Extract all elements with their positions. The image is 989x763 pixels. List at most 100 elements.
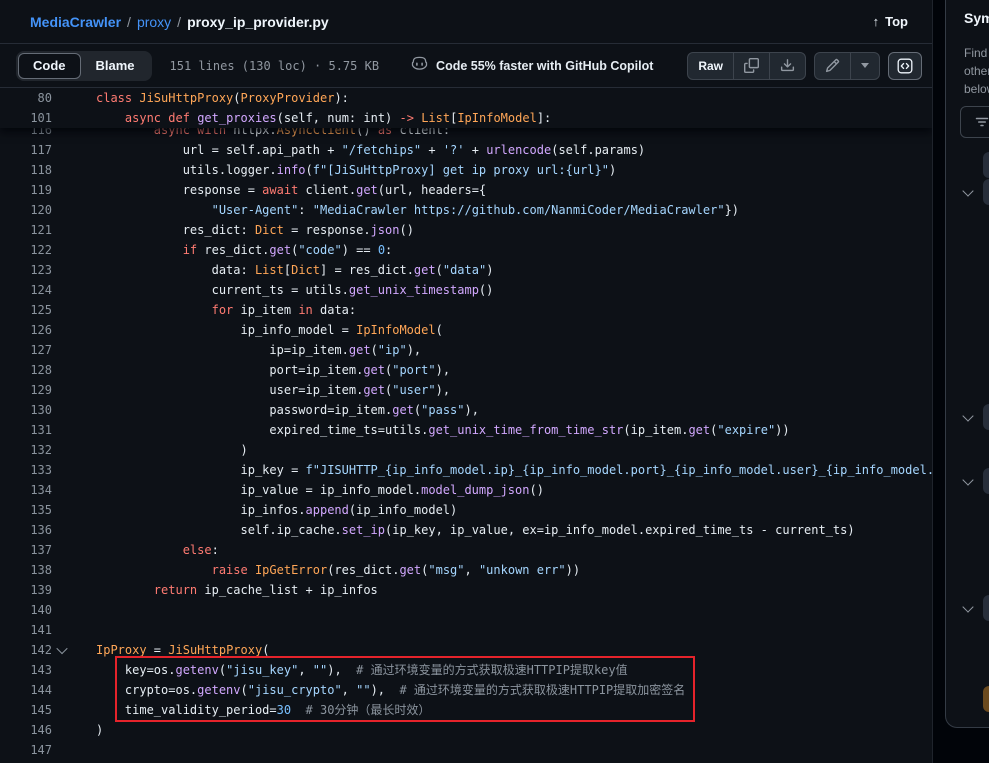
symbols-pane-toggle-button[interactable] — [888, 52, 922, 80]
code-text: raise IpGetError(res_dict.get("msg", "un… — [72, 560, 580, 580]
line-number[interactable]: 147 — [0, 743, 52, 757]
line-number[interactable]: 101 — [0, 111, 52, 125]
code-line: 132 ) — [0, 440, 932, 460]
line-number[interactable]: 146 — [0, 723, 52, 737]
line-number[interactable]: 136 — [0, 523, 52, 537]
breadcrumb-separator: / — [127, 14, 131, 30]
code-text: "User-Agent": "MediaCrawler https://gith… — [72, 200, 739, 220]
code-line: 137 else: — [0, 540, 932, 560]
symbols-filter-input[interactable] — [960, 106, 989, 138]
line-number[interactable]: 135 — [0, 503, 52, 517]
code-text: if res_dict.get("code") == 0: — [72, 240, 392, 260]
line-number[interactable]: 121 — [0, 223, 52, 237]
symbol-item[interactable] — [983, 179, 989, 205]
code-line: 124 current_ts = utils.get_unix_timestam… — [0, 280, 932, 300]
code-text: else: — [72, 540, 219, 560]
line-number[interactable]: 122 — [0, 243, 52, 257]
symbol-collapse-chevron-icon[interactable] — [962, 601, 973, 612]
copilot-banner: Code 55% faster with GitHub Copilot — [411, 55, 653, 77]
line-number[interactable]: 133 — [0, 463, 52, 477]
line-number[interactable]: 129 — [0, 383, 52, 397]
line-number[interactable]: 128 — [0, 363, 52, 377]
line-number[interactable]: 132 — [0, 443, 52, 457]
edit-dropdown-button[interactable] — [850, 53, 879, 79]
annotation-highlight-box — [115, 656, 695, 722]
line-number[interactable]: 130 — [0, 403, 52, 417]
line-number[interactable]: 137 — [0, 543, 52, 557]
code-text: user=ip_item.get("user"), — [72, 380, 450, 400]
code-text: self.ip_cache.set_ip(ip_key, ip_value, e… — [72, 520, 855, 540]
code-line: 147 — [0, 740, 932, 760]
top-button-label: Top — [885, 14, 908, 29]
symbols-panel-title: Symbols — [964, 10, 989, 26]
tab-code[interactable]: Code — [18, 53, 81, 79]
symbol-item[interactable] — [983, 686, 989, 712]
code-text: async def get_proxies(self, num: int) ->… — [72, 108, 551, 128]
line-number[interactable]: 127 — [0, 343, 52, 357]
edit-pencil-button[interactable] — [815, 53, 850, 79]
symbol-item[interactable] — [983, 468, 989, 494]
line-number[interactable]: 144 — [0, 683, 52, 697]
code-line: 139 return ip_cache_list + ip_infos — [0, 580, 932, 600]
code-line: 131 expired_time_ts=utils.get_unix_time_… — [0, 420, 932, 440]
line-number[interactable]: 125 — [0, 303, 52, 317]
line-number[interactable]: 143 — [0, 663, 52, 677]
line-number[interactable]: 138 — [0, 563, 52, 577]
symbol-item[interactable] — [983, 595, 989, 621]
code-text: current_ts = utils.get_unix_timestamp() — [72, 280, 493, 300]
scroll-to-top-button[interactable]: ↑ Top — [873, 14, 908, 29]
symbol-collapse-chevron-icon[interactable] — [962, 185, 973, 196]
code-text: ip_infos.append(ip_info_model) — [72, 500, 457, 520]
copy-raw-button[interactable] — [733, 53, 769, 79]
code-text: ip_key = f"JISUHTTP_{ip_info_model.ip}_{… — [72, 460, 932, 480]
line-number[interactable]: 120 — [0, 203, 52, 217]
line-number[interactable]: 123 — [0, 263, 52, 277]
symbol-item[interactable] — [983, 152, 989, 178]
line-number[interactable]: 80 — [0, 91, 52, 105]
code-line: 127 ip=ip_item.get("ip"), — [0, 340, 932, 360]
symbol-item[interactable] — [983, 404, 989, 430]
line-number[interactable]: 140 — [0, 603, 52, 617]
download-raw-button[interactable] — [769, 53, 805, 79]
code-line: 125 for ip_item in data: — [0, 300, 932, 320]
line-number[interactable]: 145 — [0, 703, 52, 717]
code-text: password=ip_item.get("pass"), — [72, 400, 479, 420]
arrow-up-icon: ↑ — [873, 14, 880, 29]
code-line: 122 if res_dict.get("code") == 0: — [0, 240, 932, 260]
line-number[interactable]: 119 — [0, 183, 52, 197]
breadcrumb-folder-link[interactable]: proxy — [137, 14, 171, 30]
line-number[interactable]: 141 — [0, 623, 52, 637]
code-line: 130 password=ip_item.get("pass"), — [0, 400, 932, 420]
code-line: 118 utils.logger.info(f"[JiSuHttpProxy] … — [0, 160, 932, 180]
raw-button[interactable]: Raw — [688, 53, 733, 79]
copilot-banner-text: Code 55% faster with GitHub Copilot — [436, 59, 653, 73]
code-line: 138 raise IpGetError(res_dict.get("msg",… — [0, 560, 932, 580]
tab-blame[interactable]: Blame — [81, 53, 150, 79]
breadcrumb-file-name: proxy_ip_provider.py — [187, 14, 329, 30]
symbol-collapse-chevron-icon[interactable] — [962, 474, 973, 485]
line-number[interactable]: 131 — [0, 423, 52, 437]
code-line: 128 port=ip_item.get("port"), — [0, 360, 932, 380]
code-text: data: List[Dict] = res_dict.get("data") — [72, 260, 493, 280]
code-text: res_dict: Dict = response.json() — [72, 220, 414, 240]
line-number[interactable]: 118 — [0, 163, 52, 177]
code-line: 133 ip_key = f"JISUHTTP_{ip_info_model.i… — [0, 460, 932, 480]
line-number[interactable]: 124 — [0, 283, 52, 297]
line-number[interactable]: 134 — [0, 483, 52, 497]
code-line: 120 "User-Agent": "MediaCrawler https://… — [0, 200, 932, 220]
line-number[interactable]: 117 — [0, 143, 52, 157]
code-text: expired_time_ts=utils.get_unix_time_from… — [72, 420, 790, 440]
file-view: MediaCrawler / proxy / proxy_ip_provider… — [0, 0, 933, 763]
code-text: utils.logger.info(f"[JiSuHttpProxy] get … — [72, 160, 616, 180]
sticky-context-lines: 80class JiSuHttpProxy(ProxyProvider):101… — [0, 88, 932, 128]
collapse-chevron-icon[interactable] — [56, 643, 67, 654]
symbol-collapse-chevron-icon[interactable] — [962, 410, 973, 421]
code-line: 117 url = self.api_path + "/fetchips" + … — [0, 140, 932, 160]
line-number[interactable]: 126 — [0, 323, 52, 337]
line-number[interactable]: 139 — [0, 583, 52, 597]
code-line: 123 data: List[Dict] = res_dict.get("dat… — [0, 260, 932, 280]
line-number[interactable]: 142 — [0, 643, 52, 657]
code-line: 141 — [0, 620, 932, 640]
breadcrumb-repo-link[interactable]: MediaCrawler — [30, 14, 121, 30]
code-text: ) — [72, 440, 248, 460]
